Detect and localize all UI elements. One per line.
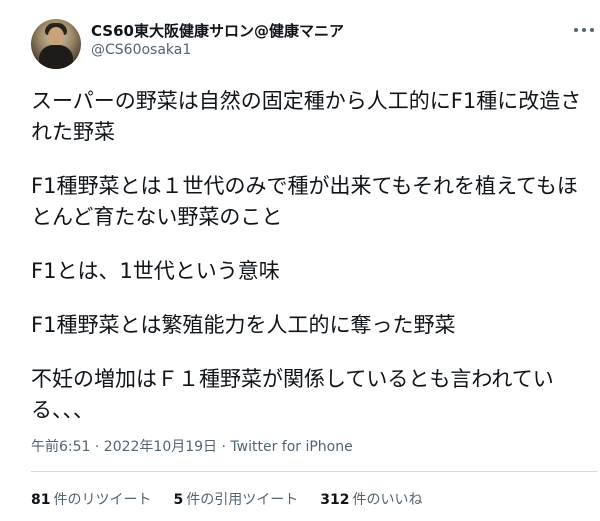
quotes-label: 件の引用ツイート <box>186 492 299 508</box>
divider <box>31 471 597 472</box>
tweet-paragraph: F1種野菜とは１世代のみで種が出来てもそれを植えてもほとんど育たない野菜のこと <box>31 174 578 229</box>
avatar[interactable] <box>31 19 81 69</box>
tweet-paragraph: 不妊の増加はＦ１種野菜が関係しているとも言われている、、、 <box>31 367 554 422</box>
quotes-stat[interactable]: 5 件の引用ツイート <box>173 489 298 509</box>
avatar-face <box>48 27 64 45</box>
dot <box>574 28 578 32</box>
likes-count: 312 <box>320 492 350 508</box>
tweet-paragraph: F1種野菜とは繁殖能力を人工的に奪った野菜 <box>31 313 456 337</box>
tweet-timestamp[interactable]: 午前6:51 · 2022年10月19日 · Twitter for iPhon… <box>31 436 353 456</box>
likes-stat[interactable]: 312 件のいいね <box>320 489 422 509</box>
retweets-stat[interactable]: 81 件のリツイート <box>31 489 151 509</box>
author-display-name[interactable]: CS60東大阪健康サロン@健康マニア <box>91 20 344 41</box>
avatar-body <box>39 45 73 69</box>
more-options-icon[interactable] <box>574 22 594 38</box>
quotes-count: 5 <box>173 492 184 508</box>
dot <box>590 28 594 32</box>
tweet-paragraph: F1とは、1世代という意味 <box>31 259 280 283</box>
retweets-count: 81 <box>31 492 51 508</box>
tweet-paragraph: スーパーの野菜は自然の固定種から人工的にF1種に改造された野菜 <box>31 89 582 144</box>
likes-label: 件のいいね <box>352 492 423 508</box>
tweet-body: スーパーの野菜は自然の固定種から人工的にF1種に改造された野菜 F1種野菜とは１… <box>31 86 591 449</box>
tweet-header: CS60東大阪健康サロン@健康マニア @CS60osaka1 <box>0 0 600 80</box>
author-handle[interactable]: @CS60osaka1 <box>91 42 191 58</box>
retweets-label: 件のリツイート <box>53 492 152 508</box>
dot <box>582 28 586 32</box>
tweet-stats: 81 件のリツイート 5 件の引用ツイート 312 件のいいね <box>31 489 422 509</box>
